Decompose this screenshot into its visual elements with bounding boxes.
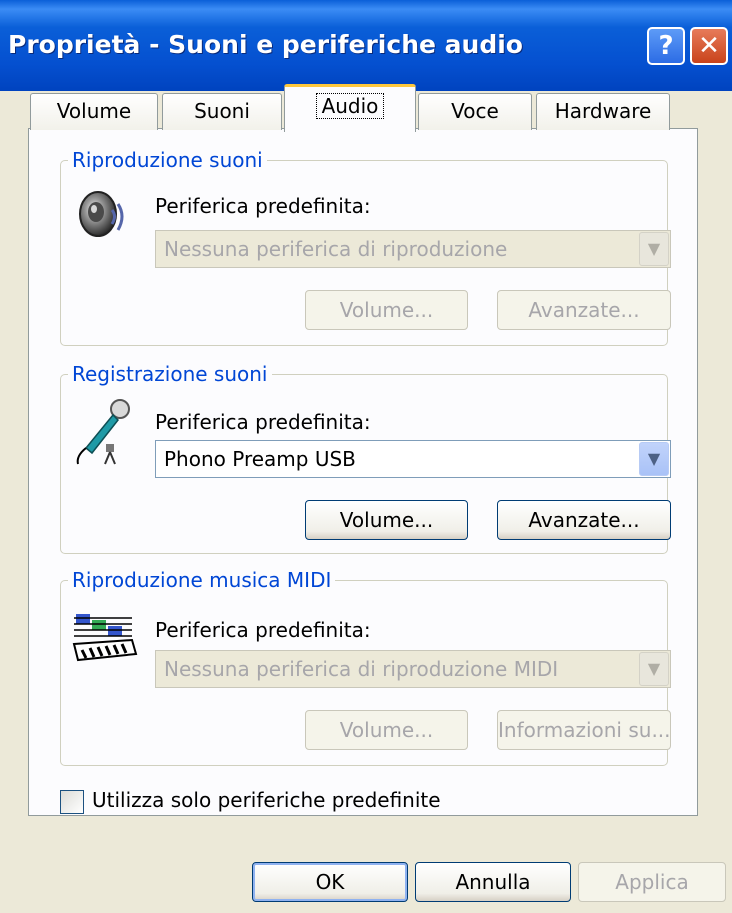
tab-volume[interactable]: Volume — [30, 93, 158, 130]
recording-device-select[interactable]: Phono Preamp USB ▼ — [155, 440, 671, 478]
midi-volume-button[interactable]: Volume... — [305, 710, 468, 750]
cancel-button[interactable]: Annulla — [415, 862, 571, 902]
ok-button[interactable]: OK — [252, 862, 408, 902]
midi-about-button[interactable]: Informazioni su... — [497, 710, 671, 750]
recording-volume-button[interactable]: Volume... — [305, 500, 468, 540]
recording-device-value: Phono Preamp USB — [164, 447, 356, 471]
tab-hardware[interactable]: Hardware — [536, 93, 670, 130]
default-only-checkbox[interactable] — [60, 790, 84, 814]
microphone-icon — [72, 398, 132, 466]
midi-keyboard-icon — [72, 610, 138, 664]
playback-volume-button[interactable]: Volume... — [305, 290, 468, 330]
help-button[interactable]: ? — [647, 27, 685, 65]
speaker-icon — [74, 188, 132, 246]
chevron-down-icon[interactable]: ▼ — [639, 652, 669, 686]
close-button[interactable]: ✕ — [690, 27, 728, 65]
midi-device-value: Nessuna periferica di riproduzione MIDI — [164, 657, 559, 681]
tab-suoni[interactable]: Suoni — [162, 93, 282, 130]
playback-group-label: Riproduzione suoni — [68, 148, 267, 172]
help-icon: ? — [658, 31, 674, 61]
default-only-label[interactable]: Utilizza solo periferiche predefinite — [92, 788, 441, 812]
midi-group-label: Riproduzione musica MIDI — [68, 568, 336, 592]
title-bar[interactable]: Proprietà - Suoni e periferiche audio ? … — [0, 0, 732, 91]
chevron-down-icon[interactable]: ▼ — [639, 442, 669, 476]
recording-advanced-button[interactable]: Avanzate... — [497, 500, 671, 540]
midi-device-select[interactable]: Nessuna periferica di riproduzione MIDI … — [155, 650, 671, 688]
window-title: Proprietà - Suoni e periferiche audio — [8, 30, 523, 59]
tab-voce[interactable]: Voce — [418, 93, 532, 130]
apply-button[interactable]: Applica — [578, 862, 726, 902]
close-icon: ✕ — [698, 31, 720, 61]
tab-audio[interactable]: Audio — [284, 84, 416, 132]
playback-device-select[interactable]: Nessuna periferica di riproduzione ▼ — [155, 230, 671, 268]
recording-group-label: Registrazione suoni — [68, 362, 272, 386]
playback-device-label: Periferica predefinita: — [155, 194, 371, 218]
tab-audio-label: Audio — [315, 93, 385, 119]
chevron-down-icon[interactable]: ▼ — [639, 232, 669, 266]
playback-device-value: Nessuna periferica di riproduzione — [164, 237, 508, 261]
playback-advanced-button[interactable]: Avanzate... — [497, 290, 671, 330]
recording-device-label: Periferica predefinita: — [155, 410, 371, 434]
midi-device-label: Periferica predefinita: — [155, 618, 371, 642]
